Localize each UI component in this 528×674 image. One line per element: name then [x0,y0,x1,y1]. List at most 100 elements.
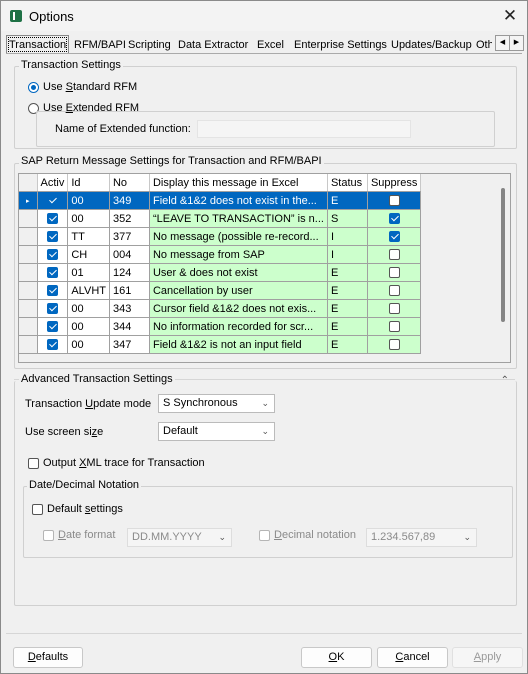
close-icon[interactable]: ✕ [493,1,527,31]
suppress-cell[interactable] [367,227,422,246]
scrollbar-thumb[interactable] [501,188,505,322]
status-cell[interactable]: S [327,209,368,228]
decimal-notation-checkbox[interactable] [259,530,270,541]
update-mode-select[interactable]: S Synchronous ⌄ [158,394,275,413]
no-cell[interactable]: 343 [109,299,150,318]
active-checkbox[interactable] [46,267,58,278]
active-checkbox[interactable] [46,303,58,314]
row-indicator[interactable] [19,227,38,246]
tab-excel[interactable]: Excel [257,36,284,54]
id-cell[interactable]: TT [67,227,110,246]
ok-button[interactable]: OK [301,647,372,668]
active-checkbox[interactable] [46,339,58,350]
active-cell[interactable] [37,281,69,300]
tab-transaction[interactable]: Transaction [6,35,70,54]
status-cell[interactable]: E [327,335,368,354]
standard-rfm-label[interactable]: Use Standard RFM [43,81,137,93]
table-row[interactable]: 00 344 No information recorded for scr... E [19,317,422,336]
default-settings-label[interactable]: Default settings [47,503,123,515]
row-indicator[interactable] [19,281,38,300]
tab-other[interactable]: Oth [476,36,492,54]
id-cell[interactable]: 00 [67,299,110,318]
status-cell[interactable]: E [327,263,368,282]
table-row[interactable]: ▸ 00 349 Field &1&2 does not exist in the..… [19,191,422,210]
suppress-cell[interactable] [367,263,422,282]
active-cell[interactable] [37,335,69,354]
id-cell[interactable]: ALVHT [67,281,110,300]
active-checkbox[interactable] [46,249,58,260]
column-header-id[interactable]: Id [67,174,110,192]
active-checkbox[interactable] [46,321,58,332]
no-cell[interactable]: 347 [109,335,150,354]
active-cell[interactable] [37,263,69,282]
standard-rfm-radio[interactable] [28,82,39,93]
column-header-active[interactable]: Activ [37,174,69,192]
screen-size-select[interactable]: Default ⌄ [158,422,275,441]
tab-rfm-bapi[interactable]: RFM/BAPI [74,36,126,54]
row-indicator[interactable]: ▸ [19,191,38,210]
message-cell[interactable]: Cursor field &1&2 does not exis... [149,299,328,318]
message-cell[interactable]: Cancellation by user [149,281,328,300]
row-indicator[interactable] [19,263,38,282]
table-row[interactable]: 00 347 Field &1&2 is not an input field E [19,335,422,354]
suppress-cell[interactable] [367,299,422,318]
active-checkbox[interactable] [46,213,58,224]
suppress-cell[interactable] [367,317,422,336]
status-cell[interactable]: I [327,245,368,264]
suppress-checkbox[interactable] [388,285,400,296]
column-header-status[interactable]: Status [327,174,368,192]
status-cell[interactable]: E [327,191,368,210]
active-checkbox[interactable] [46,195,58,206]
row-indicator[interactable] [19,245,38,264]
active-cell[interactable] [37,299,69,318]
date-format-checkbox[interactable] [43,530,54,541]
suppress-checkbox[interactable] [388,339,400,350]
cancel-button[interactable]: Cancel [377,647,448,668]
column-header-no[interactable]: No [109,174,150,192]
suppress-checkbox[interactable] [388,231,400,242]
no-cell[interactable]: 349 [109,191,150,210]
suppress-cell[interactable] [367,281,422,300]
id-cell[interactable]: 01 [67,263,110,282]
no-cell[interactable]: 344 [109,317,150,336]
suppress-checkbox[interactable] [388,213,400,224]
table-row[interactable]: 01 124 User & does not exist E [19,263,422,282]
no-cell[interactable]: 161 [109,281,150,300]
no-cell[interactable]: 004 [109,245,150,264]
apply-button[interactable]: Apply [452,647,523,668]
suppress-checkbox[interactable] [388,267,400,278]
row-indicator[interactable] [19,299,38,318]
grid-scrollbar[interactable] [496,174,510,362]
no-cell[interactable]: 124 [109,263,150,282]
no-cell[interactable]: 352 [109,209,150,228]
id-cell[interactable]: 00 [67,317,110,336]
row-indicator[interactable] [19,335,38,354]
id-cell[interactable]: 00 [67,335,110,354]
message-cell[interactable]: No message (possible re-record... [149,227,328,246]
xml-trace-label[interactable]: Output XML trace for Transaction [43,457,205,469]
suppress-checkbox[interactable] [388,321,400,332]
table-row[interactable]: 00 352 “LEAVE TO TRANSACTION” is n... S [19,209,422,228]
status-cell[interactable]: E [327,281,368,300]
suppress-checkbox[interactable] [388,249,400,260]
suppress-cell[interactable] [367,335,422,354]
message-cell[interactable]: Field &1&2 is not an input field [149,335,328,354]
tab-updates-backup[interactable]: Updates/Backup [391,36,472,54]
id-cell[interactable]: 00 [67,209,110,228]
table-row[interactable]: 00 343 Cursor field &1&2 does not exis... E [19,299,422,318]
column-header-suppress[interactable]: Suppress [367,174,422,192]
message-grid[interactable]: Activ Id No Display this message in Exce… [18,173,511,363]
row-indicator[interactable] [19,317,38,336]
tab-scroll-right-icon[interactable]: ▶ [509,35,524,51]
tab-scripting[interactable]: Scripting [128,36,171,54]
suppress-cell[interactable] [367,209,422,228]
tab-enterprise-settings[interactable]: Enterprise Settings [294,36,387,54]
date-format-select[interactable]: DD.MM.YYYY ⌄ [127,528,232,547]
message-cell[interactable]: No information recorded for scr... [149,317,328,336]
defaults-button[interactable]: Defaults [13,647,83,668]
active-checkbox[interactable] [46,285,58,296]
extended-function-input[interactable] [197,120,411,138]
message-cell[interactable]: “LEAVE TO TRANSACTION” is n... [149,209,328,228]
tab-data-extractor[interactable]: Data Extractor [178,36,248,54]
status-cell[interactable]: I [327,227,368,246]
